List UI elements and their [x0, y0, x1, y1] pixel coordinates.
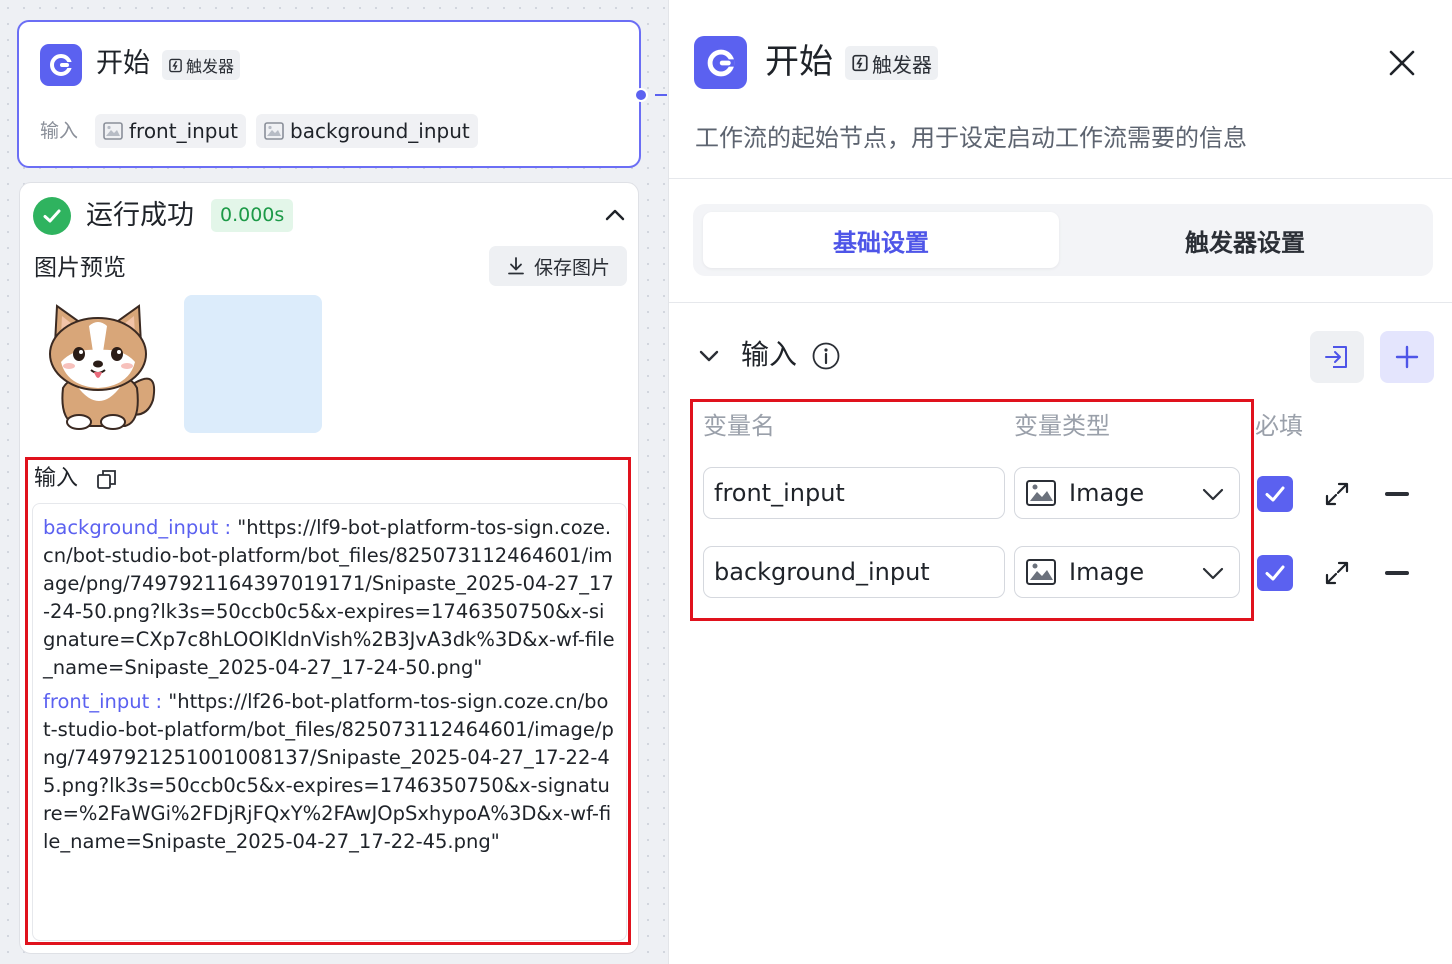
json-separator: :	[218, 516, 238, 539]
expand-icon[interactable]	[1323, 559, 1351, 587]
run-status-text: 运行成功	[86, 200, 194, 231]
trigger-badge-label: 触发器	[186, 57, 235, 76]
check-icon	[1265, 565, 1285, 581]
save-image-label: 保存图片	[533, 256, 610, 279]
variable-name-value: background_input	[714, 558, 930, 586]
image-icon	[1026, 480, 1056, 506]
json-entry: front_input : "https://lf26-bot-platform…	[43, 688, 616, 856]
variable-name-input[interactable]: front_input	[703, 467, 1005, 519]
input-tag-label: background_input	[290, 119, 470, 143]
json-key: front_input	[43, 690, 150, 713]
success-check-icon	[33, 197, 71, 235]
run-result-panel: 运行成功 0.000s 图片预览 保存图片 输入 background_inpu…	[19, 182, 639, 954]
trigger-badge: 触发器	[162, 50, 241, 80]
required-checkbox[interactable]	[1257, 555, 1293, 591]
divider	[669, 302, 1452, 303]
panel-title: 开始	[765, 42, 833, 82]
chevron-down-icon[interactable]	[697, 344, 721, 368]
json-key: background_input	[43, 516, 219, 539]
image-icon	[1026, 559, 1056, 585]
column-header-required: 必填	[1255, 412, 1303, 440]
save-image-button[interactable]: 保存图片	[489, 246, 627, 286]
trigger-badge: 触发器	[845, 46, 938, 80]
image-icon	[103, 122, 123, 140]
variable-type-select[interactable]: Image	[1014, 467, 1240, 519]
variable-name-value: front_input	[714, 479, 845, 507]
trigger-badge-label: 触发器	[872, 52, 932, 77]
required-checkbox[interactable]	[1257, 476, 1293, 512]
image-icon	[264, 122, 284, 140]
workflow-canvas[interactable]: 开始 触发器 输入 front_input background_input 运…	[0, 0, 668, 964]
json-value: "https://lf9-bot-platform-tos-sign.coze.…	[43, 516, 615, 679]
chevron-down-icon	[1202, 567, 1224, 580]
variable-type-select[interactable]: Image	[1014, 546, 1240, 598]
preview-image-dog[interactable]	[37, 296, 161, 432]
variable-name-input[interactable]: background_input	[703, 546, 1005, 598]
column-header-name: 变量名	[703, 412, 775, 440]
input-section-title: 输入	[34, 466, 79, 491]
input-tag-label: front_input	[129, 119, 239, 143]
start-node-title: 开始	[96, 48, 150, 79]
trigger-icon	[852, 54, 868, 72]
import-variables-button[interactable]	[1310, 331, 1364, 383]
json-separator: :	[149, 690, 169, 713]
json-value: "https://lf26-bot-platform-tos-sign.coze…	[43, 690, 614, 853]
copy-icon[interactable]	[96, 468, 118, 490]
tab-basic-settings[interactable]: 基础设置	[703, 212, 1059, 268]
variable-type-value: Image	[1069, 479, 1145, 507]
run-duration-badge: 0.000s	[211, 199, 294, 232]
settings-tabs: 基础设置 触发器设置	[693, 204, 1433, 276]
input-section-title: 输入	[741, 338, 798, 371]
node-settings-panel: 开始 触发器 工作流的起始节点，用于设定启动工作流需要的信息 基础设置 触发器设…	[668, 0, 1452, 964]
input-tag-background: background_input	[256, 114, 478, 148]
start-node-card[interactable]: 开始 触发器 输入 front_input background_input	[17, 20, 641, 168]
variable-type-value: Image	[1069, 558, 1145, 586]
start-node-logo-icon	[694, 36, 747, 89]
input-json-box: background_input : "https://lf9-bot-plat…	[32, 503, 627, 941]
expand-icon[interactable]	[1323, 480, 1351, 508]
tab-trigger-settings[interactable]: 触发器设置	[1067, 212, 1423, 268]
close-icon[interactable]	[1387, 48, 1417, 78]
import-icon	[1325, 346, 1347, 368]
preview-image-background[interactable]	[184, 295, 322, 433]
image-preview-title: 图片预览	[34, 255, 126, 281]
add-variable-button[interactable]	[1380, 331, 1434, 383]
check-icon	[1265, 486, 1285, 502]
node-input-label: 输入	[40, 120, 79, 142]
info-icon[interactable]	[811, 341, 841, 371]
chevron-up-icon[interactable]	[603, 203, 627, 227]
panel-description: 工作流的起始节点，用于设定启动工作流需要的信息	[695, 124, 1247, 152]
chevron-down-icon	[1202, 488, 1224, 501]
start-node-logo-icon	[40, 44, 82, 86]
remove-variable-icon[interactable]	[1385, 571, 1409, 575]
json-entry: background_input : "https://lf9-bot-plat…	[43, 514, 616, 682]
download-icon	[508, 257, 524, 275]
input-tag-front: front_input	[95, 114, 247, 148]
divider	[669, 178, 1452, 179]
output-port[interactable]	[634, 88, 648, 102]
column-header-type: 变量类型	[1014, 412, 1110, 440]
remove-variable-icon[interactable]	[1385, 492, 1409, 496]
edge-line	[655, 94, 667, 96]
trigger-icon	[169, 58, 182, 72]
plus-icon	[1395, 345, 1419, 369]
